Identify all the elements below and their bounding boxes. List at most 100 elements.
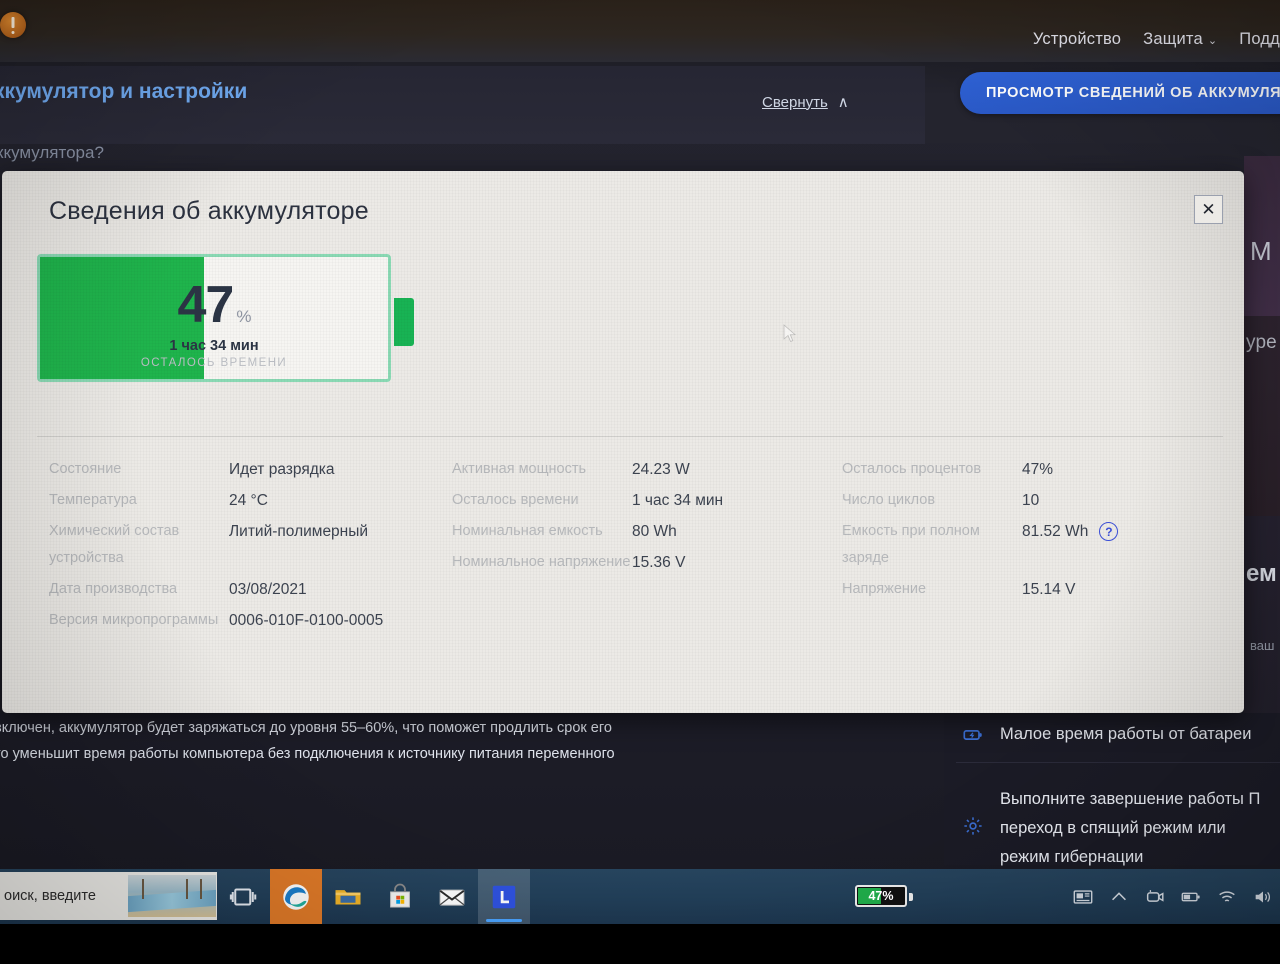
microsoft-store-icon[interactable] [374, 869, 426, 924]
detail-row: Емкость при полном заряде 81.52 Wh? [842, 518, 1232, 572]
detail-row: Осталось процентов 47% [842, 456, 1232, 483]
detail-row: Номинальная емкость 80 Wh [452, 518, 832, 545]
detail-key: Состояние [49, 461, 122, 477]
detail-row: Напряжение 15.14 V [842, 576, 1232, 603]
detail-key: Активная мощность [452, 461, 587, 477]
detail-value-text: 47% [1022, 461, 1054, 478]
detail-value-text: Литий-полимерный [229, 523, 369, 540]
right-panel-item-shutdown[interactable]: Выполните завершение работы П переход в … [962, 785, 1260, 872]
search-placeholder: оиск, введите [4, 888, 96, 904]
detail-key: Емкость при полном заряде [842, 523, 980, 566]
gear-icon [962, 815, 984, 837]
edge-fragment-1: M [1250, 236, 1272, 266]
detail-value-text: 0006-010F-0100-0005 [229, 612, 384, 629]
view-battery-details-label: ПРОСМОТР СВЕДЕНИЙ ОБ АККУМУЛЯТ [986, 85, 1280, 101]
section-subtitle-fragment: ккумулятора? [0, 143, 104, 162]
nav-item-support-label: Подд [1239, 30, 1280, 48]
detail-key: Осталось процентов [842, 461, 982, 477]
details-column-1: Состояние Идет разрядка Температура 24 °C Хи… [2, 456, 442, 638]
dialog-title: Сведения об аккумуляторе [49, 197, 369, 225]
mouse-cursor [783, 324, 797, 343]
section-body-line-1: включен, аккумулятор будет заряжаться до… [0, 720, 612, 736]
detail-value-text: 03/08/2021 [229, 581, 307, 598]
detail-row: Номинальное напряжение 15.36 V [452, 549, 832, 576]
detail-row: Температура 24 °C [49, 487, 442, 514]
detail-value: 03/08/2021 [229, 576, 307, 603]
chevron-up-icon[interactable] [1108, 886, 1130, 908]
details-column-2: Активная мощность 24.23 W Осталось времени… [442, 456, 832, 638]
collapse-link[interactable]: Свернуть ∧ [762, 93, 849, 112]
warning-badge-icon[interactable] [0, 12, 26, 38]
right-panel-item-battery-life-label: Малое время работы от батареи [1000, 725, 1252, 743]
details-column-3: Осталось процентов 47% Число циклов 10 Емкос… [832, 456, 1232, 638]
volume-icon[interactable] [1252, 886, 1274, 908]
detail-value: Литий-полимерный [229, 518, 368, 545]
detail-value-text: 24.23 W [632, 461, 690, 478]
section-body-text: включен, аккумулятор будет заряжаться до… [0, 715, 874, 767]
nav-item-protection-label: Защита [1143, 30, 1203, 48]
mail-icon[interactable] [426, 869, 478, 924]
detail-key: Дата производства [49, 581, 178, 597]
collapse-label: Свернуть [762, 93, 828, 111]
news-widget-icon[interactable] [1072, 886, 1094, 908]
chevron-down-icon: ⌄ [1207, 35, 1218, 47]
detail-value: 81.52 Wh? [1022, 518, 1119, 545]
edge-icon[interactable] [270, 869, 322, 924]
view-battery-details-button[interactable]: ПРОСМОТР СВЕДЕНИЙ ОБ АККУМУЛЯТ [960, 72, 1280, 114]
detail-value-text: 10 [1022, 492, 1040, 509]
detail-value-text: 15.14 V [1022, 581, 1076, 598]
detail-value: Идет разрядка [229, 456, 335, 483]
screen-bezel [0, 924, 1280, 964]
webcam-icon[interactable] [1144, 886, 1166, 908]
system-tray [1072, 869, 1274, 924]
battery-percentage-chip[interactable]: 47% [855, 885, 913, 907]
detail-key: Напряжение [842, 581, 927, 597]
detail-value-text: 15.36 V [632, 554, 686, 571]
right-panel-divider [956, 762, 1280, 763]
detail-row: Активная мощность 24.23 W [452, 456, 832, 483]
detail-value-text: 80 Wh [632, 523, 677, 540]
detail-row: Химический состав устройства Литий-полиме… [49, 518, 442, 572]
top-navigation: Устройство Защита ⌄ Подд [1033, 30, 1280, 49]
taskbar-app-icons [218, 869, 530, 924]
nav-item-device[interactable]: Устройство [1033, 30, 1121, 49]
wifi-icon[interactable] [1216, 886, 1238, 908]
right-edge-panel-3 [1244, 516, 1280, 716]
nav-item-support[interactable]: Подд [1239, 30, 1280, 49]
help-icon[interactable]: ? [1099, 522, 1119, 541]
news-weather-widget[interactable] [128, 875, 216, 917]
detail-value: 15.36 V [632, 549, 685, 576]
battery-gauge-readout: 47% 1 час 34 мин ОСТАЛОСЬ ВРЕМЕНИ [40, 279, 388, 369]
edge-fragment-4: ваш [1250, 638, 1275, 653]
right-panel-item-shutdown-label: Выполните завершение работы П переход в … [1000, 790, 1261, 866]
detail-value: 1 час 34 мин [632, 487, 723, 514]
chevron-up-icon: ∧ [837, 94, 849, 111]
detail-row: Дата производства 03/08/2021 [49, 576, 442, 603]
file-explorer-icon[interactable] [322, 869, 374, 924]
battery-gauge-terminal [394, 298, 414, 346]
battery-gauge: 47% 1 час 34 мин ОСТАЛОСЬ ВРЕМЕНИ [37, 254, 414, 382]
detail-value: 15.14 V [1022, 576, 1075, 603]
detail-key: Температура [49, 492, 137, 508]
battery-icon[interactable] [1180, 886, 1202, 908]
battery-percent: 47% [40, 279, 388, 331]
edge-fragment-2: ype [1246, 332, 1277, 353]
lenovo-vantage-icon[interactable] [478, 869, 530, 924]
battery-gauge-body: 47% 1 час 34 мин ОСТАЛОСЬ ВРЕМЕНИ [37, 254, 391, 382]
detail-key: Версия микропрограммы [49, 612, 219, 628]
detail-key: Номинальное напряжение [452, 554, 631, 570]
battery-details-dialog: Сведения об аккумуляторе 47% 1 час 34 ми… [2, 171, 1244, 713]
task-view-icon[interactable] [218, 869, 270, 924]
edge-fragment-3: ем [1246, 560, 1277, 587]
close-icon[interactable]: ✕ [1194, 195, 1223, 224]
detail-value-text: Идет разрядка [229, 461, 335, 478]
close-glyph: ✕ [1201, 200, 1216, 219]
battery-time-remaining: 1 час 34 мин [169, 338, 259, 355]
nav-item-protection[interactable]: Защита ⌄ [1143, 30, 1217, 49]
battery-percent-value: 47 [177, 276, 235, 334]
detail-value: 47% [1022, 456, 1053, 483]
detail-value: 24.23 W [632, 456, 690, 483]
right-panel-item-battery-life[interactable]: Малое время работы от батареи [962, 720, 1251, 749]
detail-row: Осталось времени 1 час 34 мин [452, 487, 832, 514]
detail-key: Химический состав устройства [49, 523, 180, 566]
